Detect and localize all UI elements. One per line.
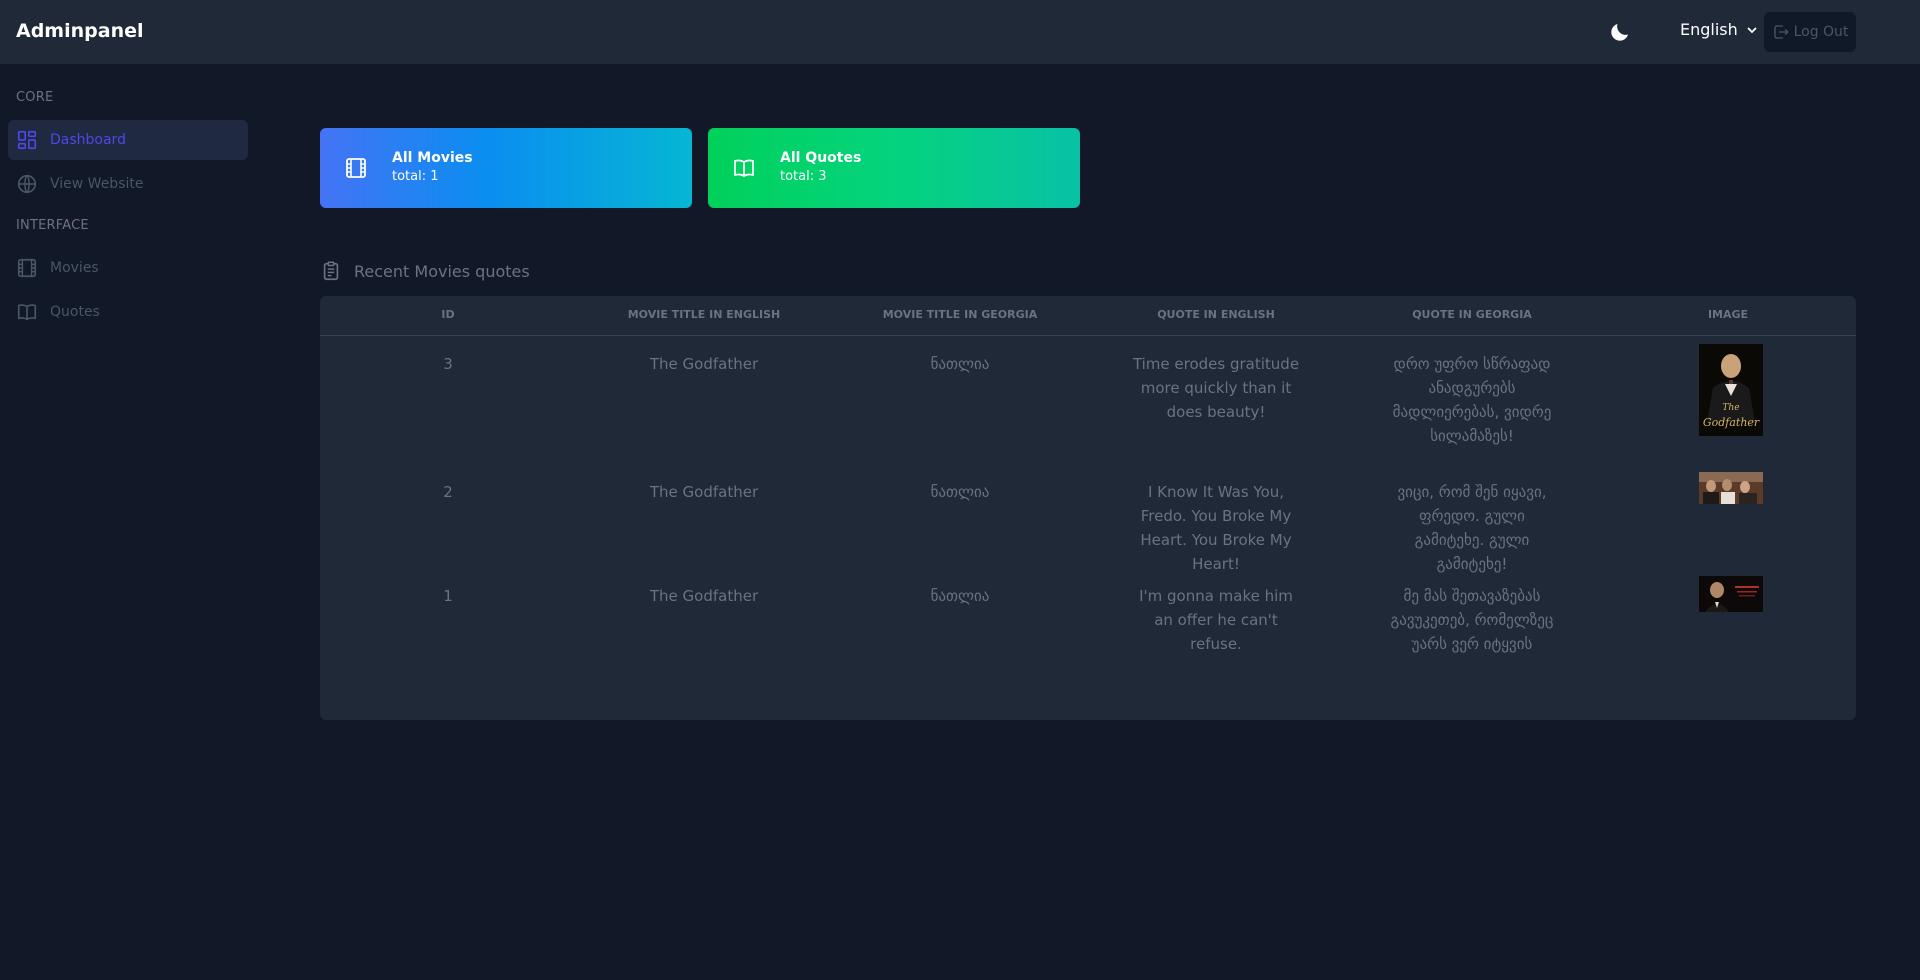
- quotes-table: ID MOVIE TITLE IN ENGLISH MOVIE TITLE IN…: [320, 296, 1856, 720]
- card-total: total: 1: [392, 169, 439, 184]
- sidebar: CORE Dashboard View Website INTERFACE Mo…: [0, 64, 256, 980]
- cell-quote-en: I'm gonna make him an offer he can't ref…: [1139, 587, 1293, 653]
- logout-button[interactable]: Log Out: [1764, 12, 1856, 52]
- top-navbar: Adminpanel English Log Out: [0, 0, 1920, 64]
- cell-title-ka: ნათლია: [930, 355, 990, 373]
- cell-quote-en: I Know It Was You, Fredo. You Broke My H…: [1140, 483, 1292, 573]
- chevron-down-icon: [1747, 26, 1757, 33]
- sidebar-item-view-website[interactable]: View Website: [8, 164, 248, 204]
- sidebar-item-label: View Website: [50, 176, 144, 192]
- sidebar-item-label: Quotes: [50, 304, 100, 320]
- card-title: All Quotes: [780, 150, 862, 166]
- sidebar-item-movies[interactable]: Movies: [8, 248, 248, 288]
- all-quotes-card[interactable]: All Quotes total: 3: [708, 128, 1080, 208]
- cell-title-ka: ნათლია: [930, 483, 990, 501]
- logout-icon: [1773, 25, 1789, 39]
- cell-quote-ka: ვიცი, რომ შენ იყავი, ფრედო. გული გამიტეხ…: [1397, 483, 1547, 573]
- card-total: total: 3: [780, 169, 827, 184]
- language-select[interactable]: English: [1680, 20, 1758, 39]
- brand-title[interactable]: Adminpanel: [16, 20, 144, 42]
- book-icon: [734, 159, 754, 177]
- cell-title-en: The Godfather: [649, 587, 759, 605]
- cell-quote-en: Time erodes gratitude more quickly than …: [1132, 355, 1300, 421]
- language-label: English: [1680, 20, 1738, 39]
- svg-text:Godfather: Godfather: [1703, 416, 1760, 429]
- sidebar-item-label: Movies: [50, 260, 99, 276]
- table-header: ID MOVIE TITLE IN ENGLISH MOVIE TITLE IN…: [320, 296, 1856, 336]
- column-header-quote-ka: QUOTE IN GEORGIA: [1412, 308, 1532, 321]
- sidebar-heading-core: CORE: [16, 90, 54, 105]
- column-header-title-ka: MOVIE TITLE IN GEORGIA: [882, 308, 1038, 321]
- column-header-image: IMAGE: [1707, 308, 1749, 321]
- sidebar-item-quotes[interactable]: Quotes: [8, 292, 248, 332]
- cell-title-ka: ნათლია: [930, 587, 990, 605]
- globe-icon: [17, 174, 37, 194]
- column-header-quote-en: QUOTE IN ENGLISH: [1157, 308, 1275, 321]
- sidebar-item-label: Dashboard: [50, 132, 126, 148]
- cell-title-en: The Godfather: [649, 483, 759, 501]
- dashboard-icon: [17, 130, 37, 150]
- cell-title-en: The Godfather: [649, 355, 759, 373]
- clipboard-icon: [323, 261, 339, 281]
- cell-quote-ka: მე მას შეთავაზებას გავუკეთებ, რომელზეც უ…: [1390, 587, 1554, 653]
- movie-still-image: [1699, 472, 1763, 504]
- moon-icon[interactable]: [1608, 20, 1632, 44]
- svg-text:The: The: [1722, 403, 1739, 413]
- movie-poster-image: The Godfather: [1699, 344, 1763, 436]
- all-movies-card[interactable]: All Movies total: 1: [320, 128, 692, 208]
- sidebar-item-dashboard[interactable]: Dashboard: [8, 120, 248, 160]
- column-header-title-en: MOVIE TITLE IN ENGLISH: [627, 308, 781, 321]
- cell-id: 1: [443, 587, 453, 605]
- movie-still-image: [1699, 576, 1763, 612]
- book-icon: [17, 304, 37, 321]
- column-header-id: ID: [441, 308, 455, 321]
- cell-id: 3: [443, 355, 453, 373]
- recent-quotes-heading: Recent Movies quotes: [320, 260, 530, 282]
- sidebar-heading-interface: INTERFACE: [16, 218, 89, 233]
- cell-quote-ka: დრო უფრო სწრაფად ანადგურებს მადლიერებას,…: [1392, 355, 1552, 445]
- film-icon: [17, 258, 37, 278]
- card-title: All Movies: [392, 150, 473, 166]
- logout-label: Log Out: [1793, 24, 1849, 40]
- recent-quotes-title: Recent Movies quotes: [354, 261, 530, 281]
- cell-id: 2: [443, 483, 453, 501]
- film-icon: [346, 158, 366, 178]
